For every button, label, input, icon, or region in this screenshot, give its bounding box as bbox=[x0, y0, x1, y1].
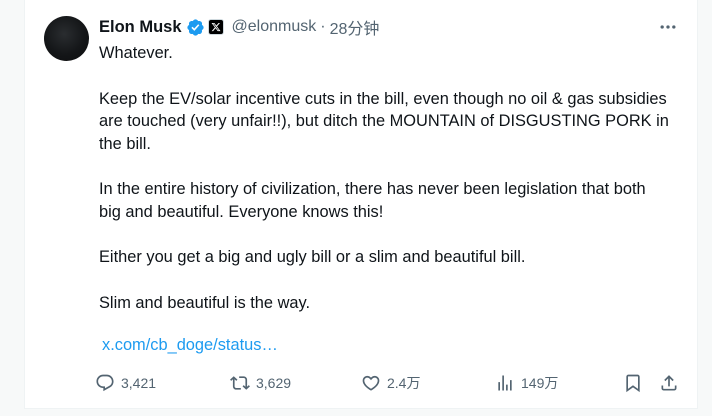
like-icon bbox=[361, 373, 381, 393]
avatar[interactable] bbox=[44, 16, 89, 61]
repost-button[interactable]: 3,629 bbox=[230, 370, 291, 396]
action-bar: 3,421 3,629 2.4万 149万 bbox=[95, 370, 687, 396]
repost-icon bbox=[230, 373, 250, 393]
views-icon bbox=[495, 373, 515, 393]
views-count: 149万 bbox=[521, 375, 559, 391]
like-count: 2.4万 bbox=[387, 375, 421, 391]
repost-count: 3,629 bbox=[256, 375, 292, 391]
bookmark-icon bbox=[623, 373, 643, 393]
tweet-paragraph: In the entire history of civilization, t… bbox=[99, 180, 646, 221]
views-button[interactable]: 149万 bbox=[495, 370, 558, 396]
share-button[interactable] bbox=[659, 370, 679, 396]
more-icon[interactable] bbox=[655, 14, 681, 40]
reply-button[interactable]: 3,421 bbox=[95, 370, 156, 396]
tweet-link[interactable]: x.com/cb_doge/status… bbox=[102, 336, 278, 355]
header-separator: · bbox=[320, 18, 326, 35]
bookmark-button[interactable] bbox=[623, 370, 643, 396]
verified-badge-icon[interactable] bbox=[186, 18, 205, 37]
tweet-paragraph: Whatever. bbox=[99, 44, 173, 62]
x-affiliate-icon[interactable] bbox=[207, 19, 224, 35]
tweet-text: Whatever. Keep the EV/solar incentive cu… bbox=[99, 42, 669, 314]
timestamp[interactable]: 28分钟 bbox=[330, 15, 380, 39]
reply-count: 3,421 bbox=[121, 375, 157, 391]
tweet-header: Elon Musk @elonmusk · 28分钟 bbox=[99, 15, 379, 39]
like-button[interactable]: 2.4万 bbox=[361, 370, 420, 396]
reply-icon bbox=[95, 373, 115, 393]
share-icon bbox=[659, 373, 679, 393]
tweet-paragraph: Keep the EV/solar incentive cuts in the … bbox=[99, 89, 669, 153]
tweet-card: Elon Musk @elonmusk · 28分钟 Whatever. Kee… bbox=[24, 0, 698, 409]
tweet-paragraph: Slim and beautiful is the way. bbox=[99, 293, 311, 312]
author-name[interactable]: Elon Musk bbox=[99, 18, 182, 37]
author-handle[interactable]: @elonmusk bbox=[232, 18, 317, 36]
tweet-paragraph: Either you get a big and ugly bill or a … bbox=[99, 248, 526, 266]
